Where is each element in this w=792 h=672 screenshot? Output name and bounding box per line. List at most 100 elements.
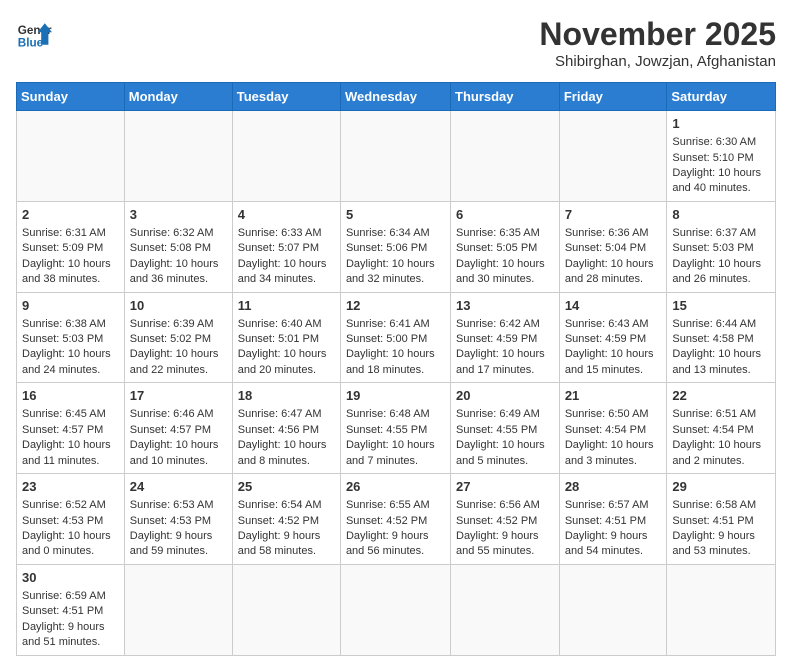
day-number: 29: [672, 478, 770, 496]
day-number: 6: [456, 206, 554, 224]
day-info: Sunrise: 6:36 AM Sunset: 5:04 PM Dayligh…: [565, 227, 654, 285]
weekday-sunday: Sunday: [17, 83, 125, 111]
day-info: Sunrise: 6:57 AM Sunset: 4:51 PM Dayligh…: [565, 499, 649, 557]
day-number: 19: [346, 387, 445, 405]
day-info: Sunrise: 6:54 AM Sunset: 4:52 PM Dayligh…: [238, 499, 322, 557]
day-cell: [667, 564, 776, 655]
day-info: Sunrise: 6:42 AM Sunset: 4:59 PM Dayligh…: [456, 318, 545, 376]
day-cell: [340, 564, 450, 655]
day-number: 22: [672, 387, 770, 405]
day-number: 2: [22, 206, 119, 224]
day-number: 4: [238, 206, 335, 224]
day-number: 18: [238, 387, 335, 405]
weekday-tuesday: Tuesday: [232, 83, 340, 111]
day-info: Sunrise: 6:44 AM Sunset: 4:58 PM Dayligh…: [672, 318, 761, 376]
day-info: Sunrise: 6:37 AM Sunset: 5:03 PM Dayligh…: [672, 227, 761, 285]
day-cell: 25 Sunrise: 6:54 AM Sunset: 4:52 PM Dayli…: [232, 474, 340, 565]
header: General Blue November 2025 Shibirghan, J…: [16, 16, 776, 70]
weekday-saturday: Saturday: [667, 83, 776, 111]
day-info: Sunrise: 6:39 AM Sunset: 5:02 PM Dayligh…: [130, 318, 219, 376]
weekday-wednesday: Wednesday: [340, 83, 450, 111]
day-cell: [559, 564, 667, 655]
day-info: Sunrise: 6:38 AM Sunset: 5:03 PM Dayligh…: [22, 318, 111, 376]
day-number: 11: [238, 297, 335, 315]
day-cell: [559, 111, 667, 202]
day-number: 17: [130, 387, 227, 405]
day-info: Sunrise: 6:49 AM Sunset: 4:55 PM Dayligh…: [456, 408, 545, 466]
day-cell: 30 Sunrise: 6:59 AM Sunset: 4:51 PM Dayli…: [17, 564, 125, 655]
month-title: November 2025: [539, 16, 776, 53]
day-cell: 16Sunrise: 6:45 AM Sunset: 4:57 PM Dayli…: [17, 383, 125, 474]
day-cell: 27Sunrise: 6:56 AM Sunset: 4:52 PM Dayli…: [451, 474, 560, 565]
day-info: Sunrise: 6:31 AM Sunset: 5:09 PM Dayligh…: [22, 227, 111, 285]
day-info: Sunrise: 6:32 AM Sunset: 5:08 PM Dayligh…: [130, 227, 219, 285]
day-cell: 8 Sunrise: 6:37 AM Sunset: 5:03 PM Daylig…: [667, 201, 776, 292]
weekday-friday: Friday: [559, 83, 667, 111]
day-cell: 18Sunrise: 6:47 AM Sunset: 4:56 PM Dayli…: [232, 383, 340, 474]
day-cell: 23Sunrise: 6:52 AM Sunset: 4:53 PM Dayli…: [17, 474, 125, 565]
day-number: 16: [22, 387, 119, 405]
day-number: 21: [565, 387, 662, 405]
day-cell: 6 Sunrise: 6:35 AM Sunset: 5:05 PM Daylig…: [451, 201, 560, 292]
week-row-2: 2 Sunrise: 6:31 AM Sunset: 5:09 PM Daylig…: [17, 201, 776, 292]
day-number: 1: [672, 115, 770, 133]
day-cell: [451, 111, 560, 202]
day-cell: [451, 564, 560, 655]
day-cell: 12 Sunrise: 6:41 AM Sunset: 5:00 PM Dayli…: [340, 292, 450, 383]
day-cell: 1 Sunrise: 6:30 AM Sunset: 5:10 PM Daylig…: [667, 111, 776, 202]
day-cell: 10Sunrise: 6:39 AM Sunset: 5:02 PM Dayli…: [124, 292, 232, 383]
day-cell: 20 Sunrise: 6:49 AM Sunset: 4:55 PM Dayli…: [451, 383, 560, 474]
day-number: 26: [346, 478, 445, 496]
day-cell: [124, 111, 232, 202]
day-info: Sunrise: 6:55 AM Sunset: 4:52 PM Dayligh…: [346, 499, 430, 557]
day-cell: 15 Sunrise: 6:44 AM Sunset: 4:58 PM Dayli…: [667, 292, 776, 383]
title-area: November 2025 Shibirghan, Jowzjan, Afgha…: [539, 16, 776, 70]
day-info: Sunrise: 6:30 AM Sunset: 5:10 PM Dayligh…: [672, 136, 761, 194]
day-cell: 4 Sunrise: 6:33 AM Sunset: 5:07 PM Daylig…: [232, 201, 340, 292]
day-cell: 5Sunrise: 6:34 AM Sunset: 5:06 PM Daylig…: [340, 201, 450, 292]
day-info: Sunrise: 6:59 AM Sunset: 4:51 PM Dayligh…: [22, 590, 106, 648]
week-row-5: 23Sunrise: 6:52 AM Sunset: 4:53 PM Dayli…: [17, 474, 776, 565]
day-cell: 7 Sunrise: 6:36 AM Sunset: 5:04 PM Daylig…: [559, 201, 667, 292]
day-number: 12: [346, 297, 445, 315]
day-number: 7: [565, 206, 662, 224]
day-info: Sunrise: 6:35 AM Sunset: 5:05 PM Dayligh…: [456, 227, 545, 285]
day-info: Sunrise: 6:56 AM Sunset: 4:52 PM Dayligh…: [456, 499, 540, 557]
day-cell: 24Sunrise: 6:53 AM Sunset: 4:53 PM Dayli…: [124, 474, 232, 565]
week-row-4: 16Sunrise: 6:45 AM Sunset: 4:57 PM Dayli…: [17, 383, 776, 474]
day-info: Sunrise: 6:34 AM Sunset: 5:06 PM Dayligh…: [346, 227, 435, 285]
logo-icon: General Blue: [16, 16, 52, 52]
day-number: 8: [672, 206, 770, 224]
day-number: 23: [22, 478, 119, 496]
day-number: 28: [565, 478, 662, 496]
logo: General Blue: [16, 16, 52, 52]
day-number: 15: [672, 297, 770, 315]
day-number: 20: [456, 387, 554, 405]
day-cell: 13 Sunrise: 6:42 AM Sunset: 4:59 PM Dayli…: [451, 292, 560, 383]
day-info: Sunrise: 6:46 AM Sunset: 4:57 PM Dayligh…: [130, 408, 219, 466]
day-info: Sunrise: 6:58 AM Sunset: 4:51 PM Dayligh…: [672, 499, 756, 557]
svg-text:Blue: Blue: [18, 37, 44, 50]
day-number: 30: [22, 569, 119, 587]
day-number: 3: [130, 206, 227, 224]
day-info: Sunrise: 6:41 AM Sunset: 5:00 PM Dayligh…: [346, 318, 435, 376]
day-info: Sunrise: 6:33 AM Sunset: 5:07 PM Dayligh…: [238, 227, 327, 285]
weekday-thursday: Thursday: [451, 83, 560, 111]
day-cell: [340, 111, 450, 202]
day-number: 25: [238, 478, 335, 496]
day-cell: [17, 111, 125, 202]
day-cell: 21Sunrise: 6:50 AM Sunset: 4:54 PM Dayli…: [559, 383, 667, 474]
day-info: Sunrise: 6:48 AM Sunset: 4:55 PM Dayligh…: [346, 408, 435, 466]
day-cell: 11Sunrise: 6:40 AM Sunset: 5:01 PM Dayli…: [232, 292, 340, 383]
day-cell: 22 Sunrise: 6:51 AM Sunset: 4:54 PM Dayli…: [667, 383, 776, 474]
day-cell: 28 Sunrise: 6:57 AM Sunset: 4:51 PM Dayli…: [559, 474, 667, 565]
week-row-6: 30 Sunrise: 6:59 AM Sunset: 4:51 PM Dayli…: [17, 564, 776, 655]
day-number: 13: [456, 297, 554, 315]
week-row-1: 1 Sunrise: 6:30 AM Sunset: 5:10 PM Daylig…: [17, 111, 776, 202]
day-cell: 9 Sunrise: 6:38 AM Sunset: 5:03 PM Daylig…: [17, 292, 125, 383]
day-info: Sunrise: 6:51 AM Sunset: 4:54 PM Dayligh…: [672, 408, 761, 466]
week-row-3: 9 Sunrise: 6:38 AM Sunset: 5:03 PM Daylig…: [17, 292, 776, 383]
day-info: Sunrise: 6:53 AM Sunset: 4:53 PM Dayligh…: [130, 499, 214, 557]
day-number: 9: [22, 297, 119, 315]
day-cell: [124, 564, 232, 655]
